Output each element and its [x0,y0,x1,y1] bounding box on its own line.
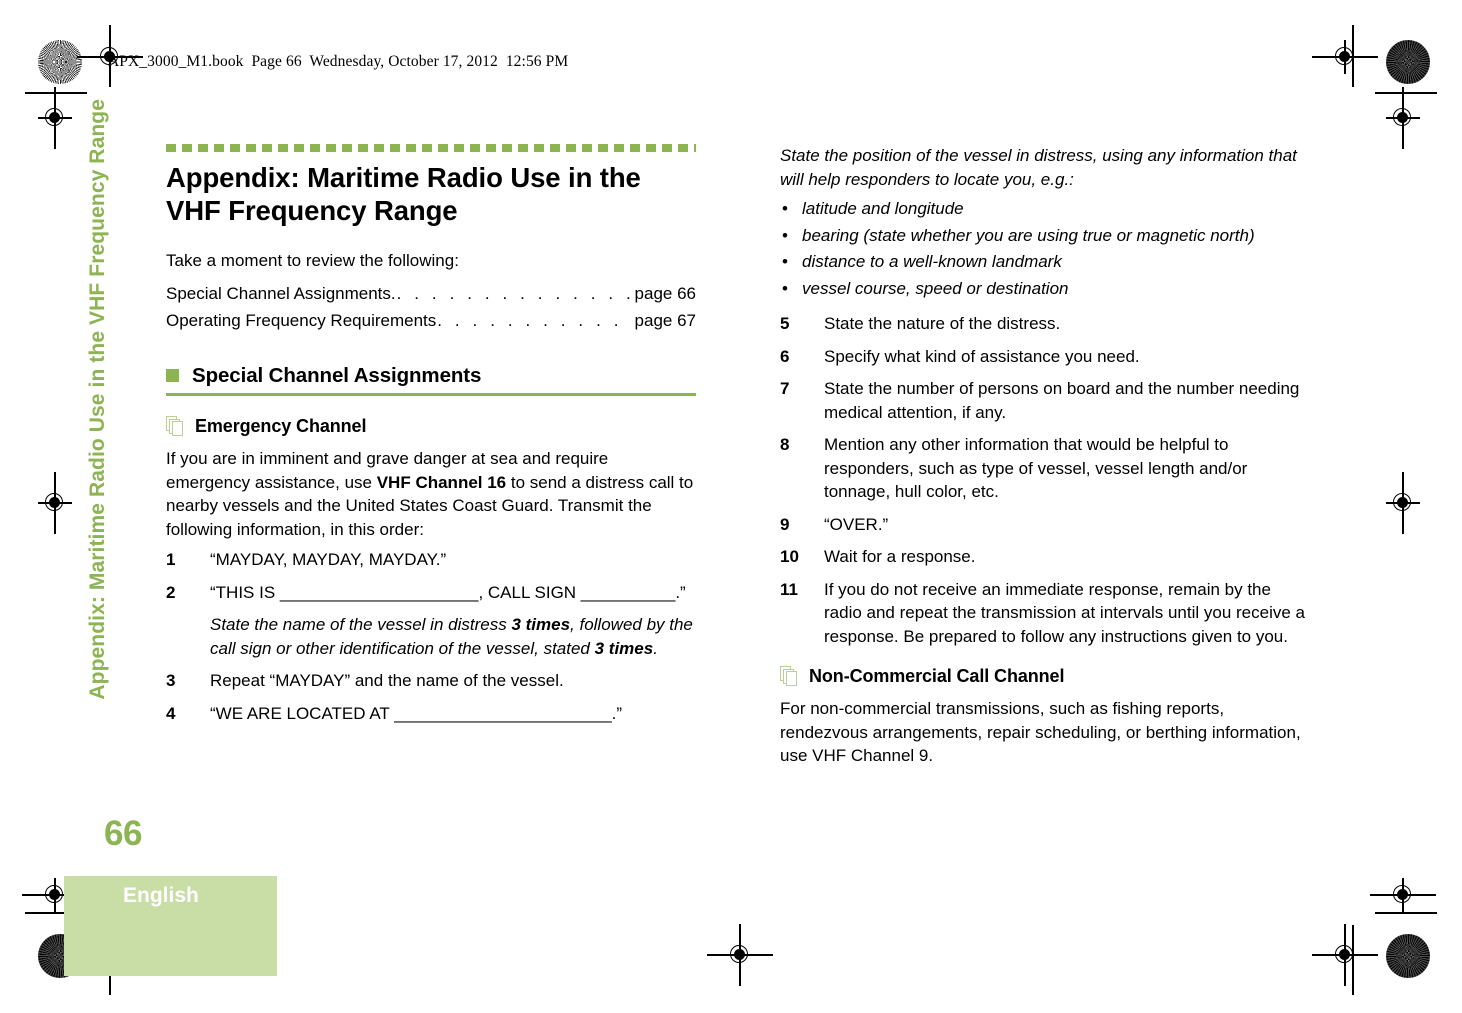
language-label: English [123,884,199,907]
registration-starburst-bottom-right [1386,934,1430,978]
step-number: 4 [166,703,176,723]
toc-entry-2[interactable]: Operating Frequency Requirements . . . .… [166,307,696,334]
crop-line-right-vertical-bottom [1352,925,1354,995]
list-item: 8 Mention any other information that wou… [780,433,1310,504]
book-file-header: APX_3000_M1.book Page 66 Wednesday, Octo… [108,53,569,70]
step-number: 5 [780,314,790,333]
toc-entry-2-page: page 67 [634,310,696,330]
list-item: 4 “WE ARE LOCATED AT ___________________… [166,702,696,726]
step-text: If you do not receive an immediate respo… [824,579,1305,646]
step-number: 11 [780,579,798,599]
list-item: 9 “OVER.” [780,513,1310,537]
right-column: State the position of the vessel in dist… [780,144,1310,775]
list-item: bearing (state whether you are using tru… [780,224,1310,248]
page-title: Appendix: Maritime Radio Use in the VHF … [166,162,641,226]
step-number: 2 [166,582,176,602]
stacked-pages-icon [166,416,185,437]
step-note: State the name of the vessel in distress… [210,613,696,660]
list-item: 7 State the number of persons on board a… [780,377,1310,424]
toc-entry-1-leader: . . . . . . . . . . . . . . . . . [396,283,631,303]
list-item: 1 “MAYDAY, MAYDAY, MAYDAY.” [166,548,696,572]
subsection-heading-non-commercial: Non-Commercial Call Channel [780,666,1310,687]
step-note-part3: . [653,638,658,658]
registration-target-right-middle [1386,472,1420,534]
stacked-pages-icon [780,666,799,687]
step-note-part1: State the name of the vessel in distress [210,615,512,634]
step-number: 6 [780,346,790,366]
toc-entry-2-leader: . . . . . . . . . . . . . [437,310,630,330]
list-item: 5 State the nature of the distress. [780,312,1310,336]
dashed-rule-decoration [166,144,696,152]
list-item: 2 “THIS IS _____________________, CALL S… [166,581,696,661]
list-item: vessel course, speed or destination [780,277,1310,301]
registration-target-left-middle [38,472,72,534]
registration-starburst-top-right [1386,40,1430,84]
subsection-heading-label: Non-Commercial Call Channel [809,666,1065,686]
toc-entry-1[interactable]: Special Channel Assignments. . . . . . .… [166,280,696,307]
page-number: 66 [104,814,142,853]
left-column: Appendix: Maritime Radio Use in the VHF … [166,144,696,734]
intro-text: Take a moment to review the following: [166,251,459,270]
crop-line-top-horizontal-left [25,92,87,94]
toc-entry-2-label: Operating Frequency Requirements [166,310,437,330]
non-commercial-body: For non-commercial transmissions, such a… [780,699,1301,765]
registration-target-left-upper [38,87,72,149]
registration-target-bottom-center [707,924,773,986]
step-number: 1 [166,550,176,569]
step-number: 10 [780,547,799,566]
list-item: 11 If you do not receive an immediate re… [780,578,1310,649]
position-note-text: State the position of the vessel in dist… [780,146,1297,189]
step-text: “THIS IS _____________________, CALL SIG… [210,582,686,602]
list-item: 10 Wait for a response. [780,545,1310,569]
step-text: Wait for a response. [824,547,976,566]
section-heading: Special Channel Assignments [166,364,696,388]
chapter-side-tab: Appendix: Maritime Radio Use in the VHF … [86,99,109,700]
registration-target-right-upper [1386,87,1420,149]
document-page: APX_3000_M1.book Page 66 Wednesday, Octo… [0,0,1462,1013]
section-heading-label: Special Channel Assignments [192,363,482,387]
registration-target-bottom-right [1312,924,1378,986]
step-number: 3 [166,671,176,690]
position-bullet-list: latitude and longitude bearing (state wh… [780,197,1310,300]
registration-starburst-top-left [38,40,82,84]
subsection-heading-emergency: Emergency Channel [166,416,696,437]
step-text: “WE ARE LOCATED AT _____________________… [210,703,623,723]
green-square-icon [166,369,179,382]
step-number: 7 [780,379,790,398]
step-text: “OVER.” [824,514,889,534]
crop-line-right-vertical [1352,25,1354,87]
emergency-intro-bold: VHF Channel 16 [376,472,507,492]
emergency-intro-paragraph: If you are in imminent and grave danger … [166,447,696,541]
crop-line-top-horizontal-right [1375,92,1437,94]
registration-target-right-lower [1370,878,1436,912]
registration-target-top-left [1312,40,1378,74]
emergency-steps-list: 1 “MAYDAY, MAYDAY, MAYDAY.” 2 “THIS IS _… [166,548,696,725]
toc-entry-1-label: Special Channel Assignments. [166,283,396,303]
toc-entry-1-page: page 66 [634,283,696,303]
list-item: distance to a well-known landmark [780,250,1310,274]
section-underline [166,392,696,396]
step-text: State the nature of the distress. [824,314,1061,333]
step-note-bold1: 3 times [511,615,571,634]
continued-steps-list: 5 State the nature of the distress. 6 Sp… [780,312,1310,648]
list-item: 6 Specify what kind of assistance you ne… [780,345,1310,369]
step-note-bold2: 3 times [594,638,654,658]
list-item: 3 Repeat “MAYDAY” and the name of the ve… [166,669,696,693]
step-text: Repeat “MAYDAY” and the name of the vess… [210,671,564,690]
step-number: 9 [780,514,790,534]
crop-line-bottom-horizontal-right [1375,912,1437,914]
step-text: Specify what kind of assistance you need… [824,346,1140,366]
step-text: Mention any other information that would… [824,435,1248,501]
step-text: State the number of persons on board and… [824,379,1300,422]
list-item: latitude and longitude [780,197,1310,221]
language-tab: English [64,876,277,976]
step-text: “MAYDAY, MAYDAY, MAYDAY.” [210,550,447,569]
step-number: 8 [780,435,790,454]
subsection-heading-label: Emergency Channel [195,416,367,436]
